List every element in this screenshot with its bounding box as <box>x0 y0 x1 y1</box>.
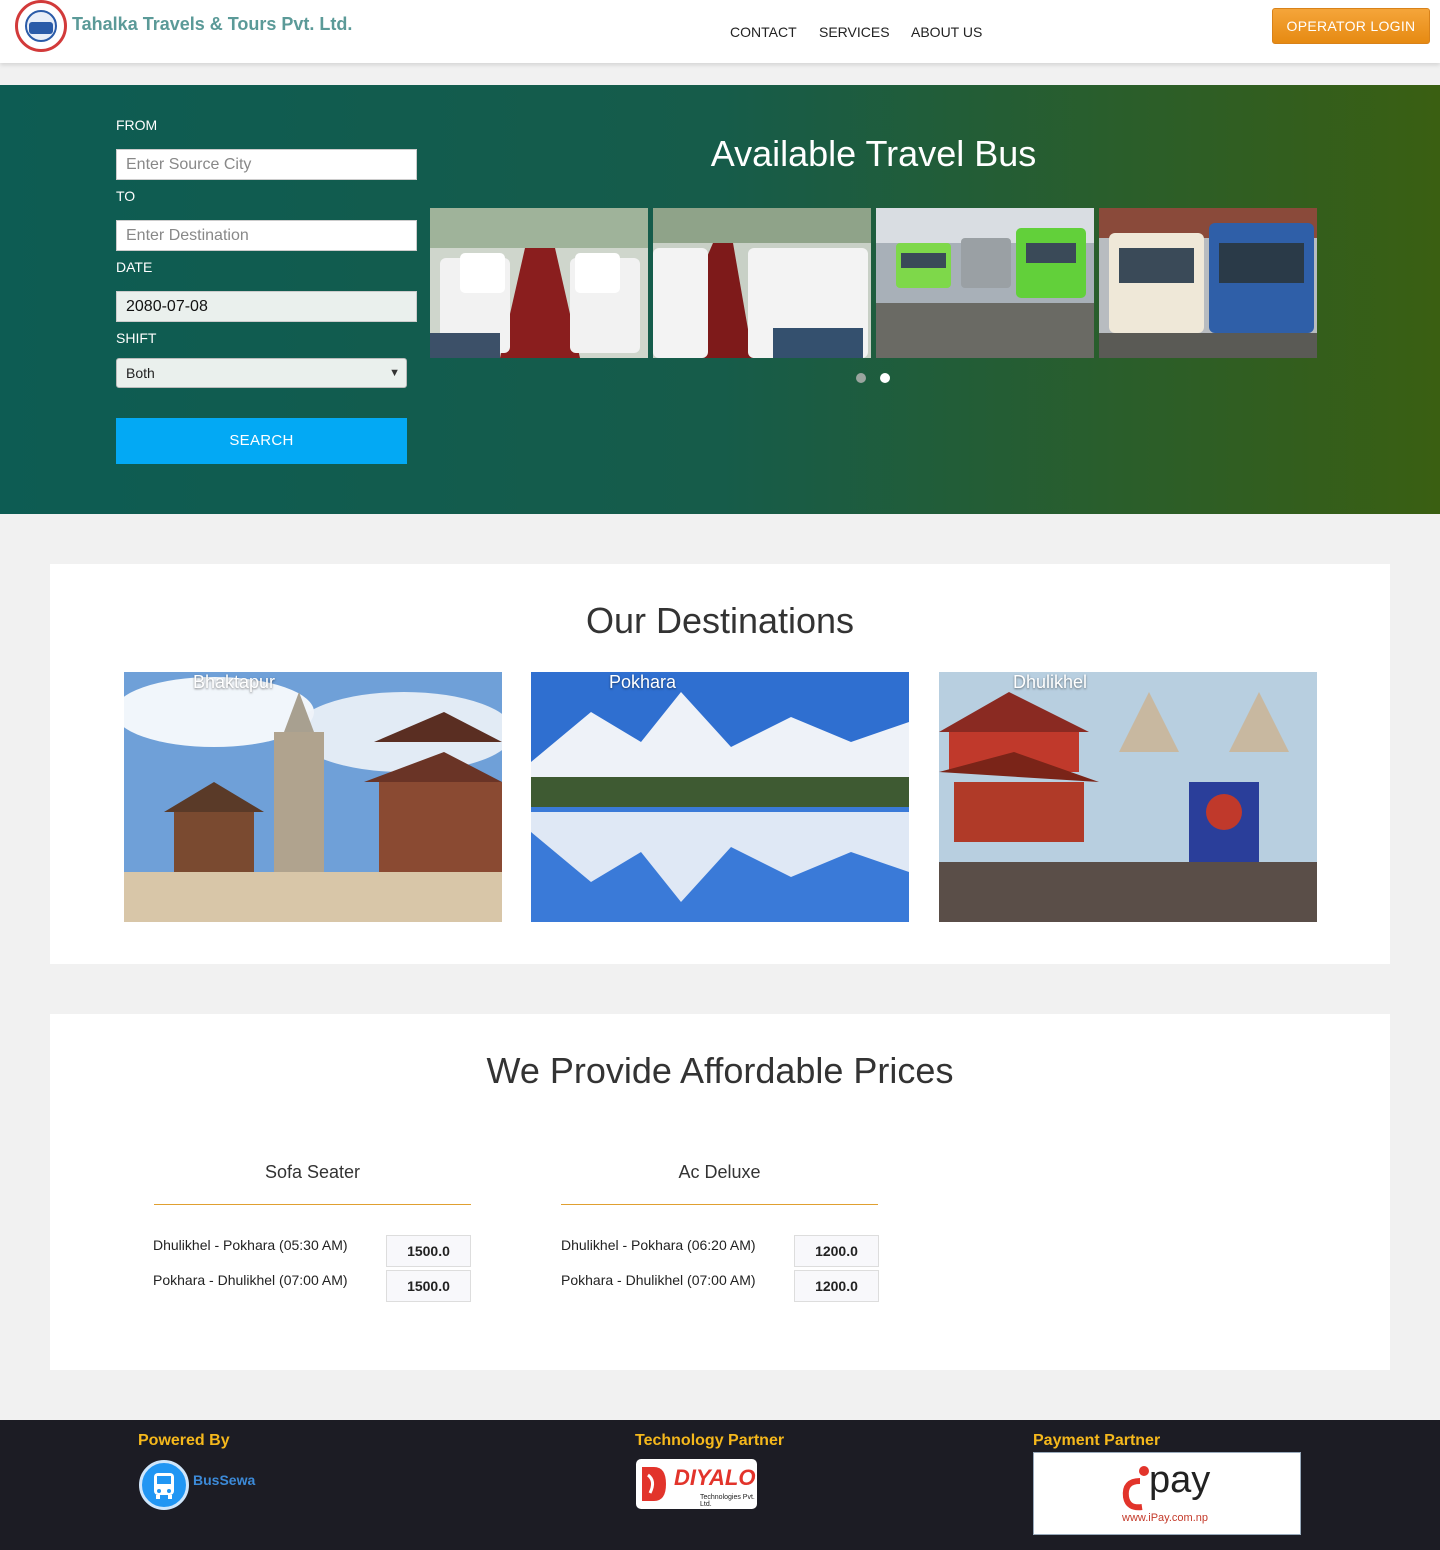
powered-by-title: Powered By <box>138 1432 230 1449</box>
bus-photo-tourist-buses <box>1099 208 1317 358</box>
payment-partner-title: Payment Partner <box>1033 1432 1161 1449</box>
bus-photo-interior-2 <box>653 208 871 358</box>
price-value: 1200.0 <box>794 1270 879 1302</box>
to-input[interactable]: Enter Destination <box>116 220 417 251</box>
route-label: Dhulikhel - Pokhara (06:20 AM) <box>561 1237 756 1253</box>
technology-partner-title: Technology Partner <box>635 1432 785 1449</box>
destination-card-pokhara[interactable] <box>531 672 909 922</box>
prices-section: We Provide Affordable Prices Sofa Seater… <box>50 1014 1390 1370</box>
nav-contact[interactable]: CONTACT <box>730 24 797 40</box>
destinations-title: Our Destinations <box>585 600 855 641</box>
date-label: DATE <box>116 259 153 275</box>
shift-select[interactable]: Both ▼ <box>116 358 407 388</box>
carousel-title: Available Travel Bus <box>710 133 1037 174</box>
destination-card-dhulikhel[interactable] <box>939 672 1317 922</box>
destination-label-pokhara: Pokhara <box>609 672 677 692</box>
prices-title: We Provide Affordable Prices <box>486 1050 954 1091</box>
bus-photo-interior-1 <box>430 208 648 358</box>
price-category-sofa-seater: Sofa Seater <box>264 1162 361 1182</box>
price-divider <box>154 1204 471 1205</box>
diyalo-logo[interactable]: DIYALO Technologies Pvt. Ltd. <box>636 1459 757 1509</box>
date-input[interactable]: 2080-07-08 <box>116 291 417 322</box>
bus-icon <box>29 22 53 34</box>
footer: Powered By BusSewa Technology Partner DI… <box>0 1420 1440 1550</box>
destinations-section: Our Destinations Bhaktapur Pokhara Dhuli… <box>50 564 1390 964</box>
brand-name[interactable]: Tahalka Travels & Tours Pvt. Ltd. <box>72 14 352 35</box>
shift-select-value: Both <box>126 365 155 381</box>
destination-label-dhulikhel: Dhulikhel <box>1013 672 1088 692</box>
nav-services[interactable]: SERVICES <box>819 24 890 40</box>
chevron-down-icon: ▼ <box>389 367 400 379</box>
route-label: Pokhara - Dhulikhel (07:00 AM) <box>153 1272 348 1288</box>
shift-label: SHIFT <box>116 330 157 346</box>
diyalo-logo-text: DIYALO <box>674 1465 756 1490</box>
destination-card-bhaktapur[interactable] <box>124 672 502 922</box>
price-divider <box>561 1204 878 1205</box>
from-label: FROM <box>116 117 158 133</box>
from-input[interactable]: Enter Source City <box>116 149 417 180</box>
carousel-dot-2[interactable] <box>880 373 890 383</box>
nav-about-us[interactable]: ABOUT US <box>911 24 982 40</box>
price-category-ac-deluxe: Ac Deluxe <box>678 1162 761 1182</box>
price-value: 1500.0 <box>386 1235 471 1267</box>
carousel-dot-1[interactable] <box>856 373 866 383</box>
bus-photo-green-buses <box>876 208 1094 358</box>
search-button[interactable]: SEARCH <box>116 418 407 464</box>
price-value: 1500.0 <box>386 1270 471 1302</box>
hero-section: FROM Enter Source City TO Enter Destinat… <box>0 85 1440 514</box>
ipay-logo-text: pay <box>1149 1459 1211 1501</box>
operator-login-button[interactable]: OPERATOR LOGIN <box>1272 8 1430 44</box>
ipay-logo-url: www.iPay.com.np <box>1122 1512 1208 1524</box>
bussewa-logo[interactable] <box>139 1460 189 1510</box>
top-navbar: Tahalka Travels & Tours Pvt. Ltd. CONTAC… <box>0 0 1440 63</box>
route-label: Dhulikhel - Pokhara (05:30 AM) <box>153 1237 348 1253</box>
diyalo-logo-subtext: Technologies Pvt. Ltd. <box>700 1494 755 1508</box>
bussewa-name[interactable]: BusSewa <box>193 1472 255 1488</box>
route-label: Pokhara - Dhulikhel (07:00 AM) <box>561 1272 756 1288</box>
company-logo[interactable] <box>15 0 67 52</box>
ipay-logo[interactable]: pay www.iPay.com.np <box>1033 1452 1301 1535</box>
to-label: TO <box>116 188 136 204</box>
price-value: 1200.0 <box>794 1235 879 1267</box>
destination-label-bhaktapur: Bhaktapur <box>193 672 276 692</box>
